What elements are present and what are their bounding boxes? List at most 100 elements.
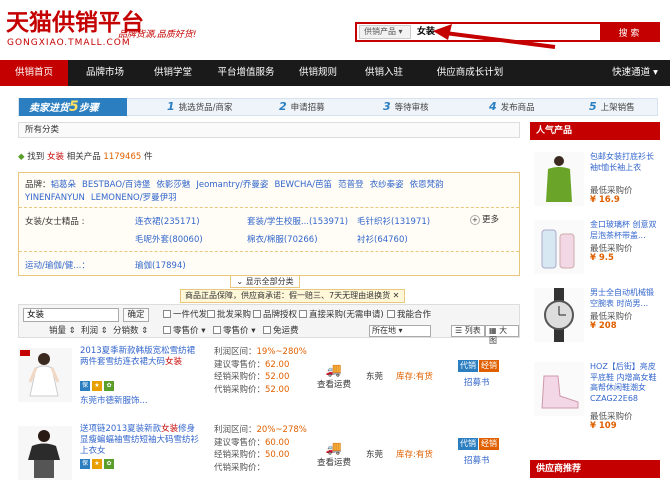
- nav-item-rules[interactable]: 供销规则: [286, 60, 350, 86]
- brand-link[interactable]: 依影莎魅: [156, 180, 190, 190]
- sidebar-item-name[interactable]: HOZ【后街】亮皮平底鞋 内增高女鞋 高帮休闲鞋潮女 CZAG22E68: [590, 362, 658, 404]
- dist-value: 52.00: [265, 372, 290, 382]
- brand-link[interactable]: Jeomantry/乔曼姿: [196, 180, 268, 190]
- nav-item-home[interactable]: 供销首页: [0, 60, 68, 86]
- shipping-link[interactable]: 🚚 查看运费: [314, 442, 354, 469]
- filter-free-shipping[interactable]: 免运费: [263, 325, 299, 337]
- sidebar-item-name[interactable]: 金口玻璃杯 创意双层泡茶杯带盖...: [590, 220, 658, 241]
- retail-label: 建议零售价：: [214, 359, 266, 370]
- step-item: 3 等待审核: [383, 99, 429, 115]
- search-category-select[interactable]: 供销产品 ▾: [359, 25, 411, 39]
- show-all-categories[interactable]: ⌄ 显示全部分类: [230, 276, 300, 288]
- view-list-button[interactable]: ☰ 列表: [451, 325, 485, 337]
- nav-item-join[interactable]: 供销入驻: [352, 60, 416, 86]
- checkbox-dropship[interactable]: 一件代发: [163, 309, 207, 321]
- brand-label: 品牌：: [25, 180, 51, 190]
- seller-link[interactable]: 东莞市德新服饰...: [80, 394, 148, 406]
- checkbox-cooperate[interactable]: 我能合作: [387, 309, 431, 321]
- nav-item-academy[interactable]: 供销学堂: [140, 60, 206, 86]
- product-image[interactable]: [18, 426, 72, 480]
- checkbox-brand-auth[interactable]: 品牌授权: [253, 309, 297, 321]
- recruit-link[interactable]: 招募书: [464, 376, 490, 388]
- sort-distributors[interactable]: 分销数 ⇕: [113, 325, 148, 337]
- confirm-button[interactable]: 确定: [123, 308, 149, 322]
- sort-profit[interactable]: 利润 ⇕: [81, 325, 108, 337]
- brand-link[interactable]: BEWCHA/芭笛: [274, 180, 332, 190]
- profit-range: 利润区间：19%~280%: [214, 346, 307, 359]
- sidebar-item-name[interactable]: 包邮女装打底衫长袖t恤长袖上衣: [590, 152, 658, 173]
- product-thumb[interactable]: [534, 220, 584, 274]
- product-badges: 保 ★ ✿: [80, 458, 116, 469]
- nav-item-brand-market[interactable]: 品牌市场: [72, 60, 138, 86]
- dropship-tag[interactable]: 代销: [458, 360, 478, 372]
- nav-item-services[interactable]: 平台增值服务: [208, 60, 284, 86]
- search-input[interactable]: [413, 24, 603, 40]
- profit-value: 19%~280%: [256, 347, 307, 357]
- filter-retail-price-2[interactable]: 零售价 ▾: [213, 325, 255, 337]
- sidebar-item-name[interactable]: 男士全自动机械锻空腕表 时尚男...: [590, 288, 658, 309]
- guarantee-notice[interactable]: 商品正品保障，供应商承诺：假一赔三、7天无理由退换货 ✕: [180, 289, 405, 303]
- category-label[interactable]: 运动/瑜伽/健...：: [25, 259, 90, 271]
- brand-link[interactable]: BESTBAO/百诗堡: [82, 180, 150, 190]
- brand-link[interactable]: LEMONENO/罗曼伊羽: [91, 193, 177, 203]
- product-title[interactable]: 2013夏季新款韩版宽松雪纺裙两件套雪纺连衣裙大码女装: [80, 346, 200, 368]
- brand-link[interactable]: 范普登: [338, 180, 364, 190]
- category-link[interactable]: 连衣裙(235171): [135, 215, 200, 227]
- more-toggle[interactable]: + 更多: [469, 213, 499, 225]
- retail-label: 建议零售价：: [214, 437, 266, 448]
- sidebar-item[interactable]: 金口玻璃杯 创意双层泡茶杯带盖... 最低采购价 ¥ 9.5: [530, 216, 660, 280]
- plus-icon: +: [469, 215, 480, 225]
- wholesale-tag[interactable]: 经销: [479, 438, 499, 450]
- agent-label: 代销采购价：: [214, 384, 266, 395]
- brand-link[interactable]: 衣纱秦姿: [370, 180, 404, 190]
- category-link[interactable]: 毛呢外套(80060): [135, 233, 203, 245]
- sidebar-popular: 人气产品 包邮女装打底衫长袖t恤长袖上衣 最低采购价 ¥ 16.9 金口玻璃杯 …: [530, 122, 660, 478]
- watch-image-icon: [534, 288, 584, 342]
- stock-status: 库存:有货: [396, 372, 433, 382]
- category-link[interactable]: 棉衣/棉服(70266): [247, 233, 318, 245]
- product-thumb[interactable]: [534, 362, 584, 416]
- brand-link[interactable]: YINENFANYUN: [25, 193, 85, 203]
- recruit-link[interactable]: 招募书: [464, 454, 490, 466]
- brand-link[interactable]: 韬葛朵: [51, 180, 77, 190]
- product-row: 送项链2013夏装新款女装修身显瘦蝙蝠袖雪纺短袖大码雪纺衫上衣女 保 ★ ✿ 利润区…: [18, 422, 520, 502]
- category-link[interactable]: 瑜伽(17894): [135, 259, 186, 271]
- sidebar-item[interactable]: 包邮女装打底衫长袖t恤长袖上衣 最低采购价 ¥ 16.9: [530, 148, 660, 212]
- dress-image-icon: [18, 348, 72, 402]
- breadcrumb[interactable]: 所有分类: [18, 122, 520, 138]
- product-title[interactable]: 送项链2013夏装新款女装修身显瘦蝙蝠袖雪纺短袖大码雪纺衫上衣女: [80, 424, 200, 457]
- view-grid-button[interactable]: ▦ 大图: [485, 325, 519, 345]
- steps-head-suffix: 步骤: [78, 103, 99, 114]
- search-bar: 供销产品 ▾ 搜 索: [355, 22, 660, 42]
- profit-label: 利润区间：: [214, 347, 257, 357]
- step-label: 上架销售: [600, 103, 635, 113]
- dropship-tag[interactable]: 代销: [458, 438, 478, 450]
- location-select[interactable]: 所在地 ▾: [369, 325, 431, 337]
- step-label: 发布商品: [500, 103, 535, 113]
- checkbox-direct[interactable]: 直接采购(无需申请): [299, 309, 384, 321]
- category-link[interactable]: 衬衫(64760): [357, 233, 408, 245]
- nav-quick-access[interactable]: 快速通道 ▾: [605, 60, 665, 86]
- retail-value: 62.00: [265, 359, 290, 370]
- filter-retail-price[interactable]: 零售价 ▾: [163, 325, 205, 337]
- category-link[interactable]: 毛针织衫(131971): [357, 215, 430, 227]
- sort-sales[interactable]: 销量 ⇕: [49, 325, 76, 337]
- profit-value: 20%~278%: [256, 425, 307, 435]
- header: 天猫供销平台 GONGXIAO.TMALL.COM 品牌货源,品质好货! 供销产…: [0, 0, 670, 58]
- product-thumb[interactable]: [534, 152, 584, 206]
- nav-item-growth-plan[interactable]: 供应商成长计划: [420, 60, 520, 86]
- product-image[interactable]: [18, 348, 72, 402]
- category-link[interactable]: 套装/学生校服...(153971): [247, 215, 348, 227]
- checkbox-label: 免运费: [273, 326, 299, 336]
- grid-icon: ▦: [489, 326, 497, 335]
- search-button[interactable]: 搜 索: [600, 24, 658, 40]
- wholesale-tag[interactable]: 经销: [479, 360, 499, 372]
- sidebar-item[interactable]: 男士全自动机械锻空腕表 时尚男... 最低采购价 ¥ 208: [530, 284, 660, 348]
- checkbox-label: 一件代发: [173, 310, 208, 320]
- brand-link[interactable]: 依恩梵韵: [410, 180, 444, 190]
- sidebar-item[interactable]: HOZ【后街】亮皮平底鞋 内增高女鞋 高帮休闲鞋潮女 CZAG22E68 最低采…: [530, 358, 660, 431]
- product-thumb[interactable]: [534, 288, 584, 342]
- checkbox-wholesale[interactable]: 批发采购: [207, 309, 251, 321]
- refine-search-input[interactable]: 女装: [23, 308, 119, 322]
- shipping-link[interactable]: 🚚 查看运费: [314, 364, 354, 391]
